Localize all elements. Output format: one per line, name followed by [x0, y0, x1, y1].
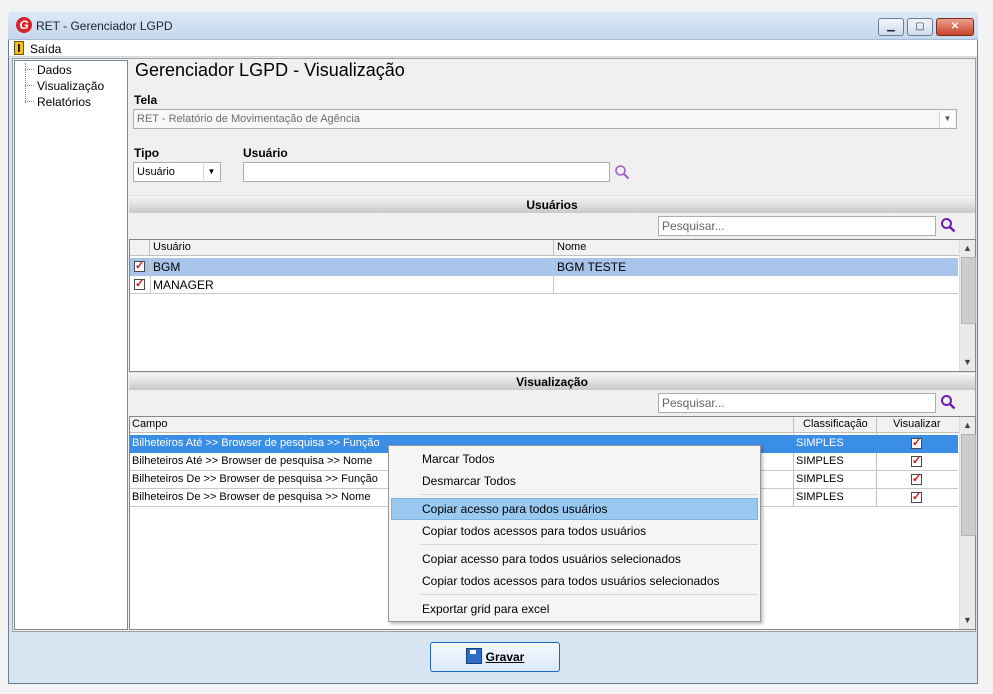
- menu-separator: [420, 594, 758, 595]
- minimize-button[interactable]: ▁: [878, 18, 904, 36]
- table-row[interactable]: [130, 276, 958, 294]
- cell-classificacao: SIMPLES: [796, 455, 844, 467]
- menu-separator: [420, 494, 758, 495]
- menu-separator: [420, 544, 758, 545]
- tela-select-value: RET - Relatório de Movimentação de Agênc…: [137, 113, 360, 125]
- column-header-visualizar[interactable]: Visualizar: [893, 418, 941, 430]
- column-header-usuario[interactable]: Usuário: [153, 241, 191, 253]
- cell-nome: BGM TESTE: [557, 260, 627, 274]
- menu-item-marcar-todos[interactable]: Marcar Todos: [422, 452, 494, 466]
- visualizacao-search-input[interactable]: Pesquisar...: [658, 393, 936, 413]
- usuarios-select-column-header[interactable]: [130, 240, 150, 256]
- tela-label: Tela: [134, 93, 158, 107]
- usuarios-scrollbar[interactable]: ▲ ▼: [959, 240, 976, 371]
- usuario-label: Usuário: [243, 146, 288, 160]
- cell-campo: Bilheteiros De >> Browser de pesquisa >>…: [132, 473, 378, 485]
- cell-classificacao: SIMPLES: [796, 491, 844, 503]
- tipo-select-value: Usuário: [137, 166, 175, 178]
- column-divider: [553, 240, 554, 256]
- scroll-thumb[interactable]: [961, 257, 976, 324]
- close-button[interactable]: ✕: [936, 18, 974, 36]
- tree-item-relatorios[interactable]: Relatórios: [25, 95, 91, 109]
- chevron-down-icon[interactable]: ▼: [203, 164, 219, 180]
- scroll-thumb[interactable]: [961, 434, 976, 536]
- save-button-label: Gravar: [485, 650, 525, 664]
- menu-item-copiar-acesso-selecionados[interactable]: Copiar acesso para todos usuários seleci…: [422, 552, 681, 566]
- usuarios-search-input[interactable]: Pesquisar...: [658, 216, 936, 236]
- column-header-classificacao[interactable]: Classificação: [803, 418, 868, 430]
- search-icon[interactable]: [940, 394, 956, 410]
- visualizacao-section-header: Visualização: [129, 372, 975, 390]
- menu-item-exportar-excel[interactable]: Exportar grid para excel: [422, 602, 549, 616]
- tipo-label: Tipo: [134, 146, 160, 160]
- menu-bar: [9, 40, 977, 57]
- maximize-button[interactable]: ▢: [907, 18, 933, 36]
- chevron-down-icon[interactable]: ▼: [939, 111, 955, 127]
- visualizar-checkbox[interactable]: [911, 436, 922, 449]
- tela-select[interactable]: RET - Relatório de Movimentação de Agênc…: [133, 109, 957, 129]
- floppy-disk-icon: [465, 648, 482, 664]
- visualizar-checkbox[interactable]: [911, 490, 922, 503]
- tipo-select[interactable]: Usuário ▼: [133, 162, 221, 182]
- cell-campo: Bilheteiros Até >> Browser de pesquisa >…: [132, 455, 373, 467]
- chevron-down-icon[interactable]: ▼: [960, 612, 975, 628]
- visualizacao-scrollbar[interactable]: ▲ ▼: [959, 417, 976, 629]
- cell-campo: Bilheteiros De >> Browser de pesquisa >>…: [132, 491, 371, 503]
- menu-item-desmarcar-todos[interactable]: Desmarcar Todos: [422, 474, 516, 488]
- save-button[interactable]: Gravar: [430, 642, 560, 672]
- cell-usuario: MANAGER: [153, 278, 214, 292]
- visualizar-checkbox[interactable]: [911, 454, 922, 467]
- page-title: Gerenciador LGPD - Visualização: [135, 60, 405, 80]
- column-header-campo[interactable]: Campo: [132, 418, 167, 430]
- usuarios-section-header: Usuários: [129, 195, 975, 213]
- window-title: RET - Gerenciador LGPD: [36, 19, 173, 33]
- exit-door-icon[interactable]: [14, 41, 24, 55]
- usuarios-grid-header: [130, 240, 959, 256]
- tree-item-dados[interactable]: Dados: [25, 63, 72, 77]
- navigation-tree: [14, 60, 128, 630]
- tree-item-visualizacao[interactable]: Visualização: [25, 79, 104, 93]
- visualizar-checkbox[interactable]: [911, 472, 922, 485]
- cell-campo: Bilheteiros Até >> Browser de pesquisa >…: [132, 437, 380, 449]
- chevron-down-icon[interactable]: ▼: [960, 354, 975, 370]
- search-icon[interactable]: [614, 164, 630, 180]
- chevron-up-icon[interactable]: ▲: [960, 417, 975, 433]
- menu-item-copiar-todos-acessos-todos[interactable]: Copiar todos acessos para todos usuários: [422, 524, 646, 538]
- column-divider: [150, 258, 151, 294]
- menu-item-copiar-todos-acessos-selecionados[interactable]: Copiar todos acessos para todos usuários…: [422, 574, 720, 588]
- cell-classificacao: SIMPLES: [796, 437, 844, 449]
- app-logo-icon: G: [16, 17, 32, 33]
- table-row[interactable]: [130, 258, 958, 276]
- search-icon[interactable]: [940, 217, 956, 233]
- column-header-nome[interactable]: Nome: [557, 241, 586, 253]
- row-checkbox[interactable]: [134, 259, 145, 272]
- row-checkbox[interactable]: [134, 277, 145, 290]
- usuario-input[interactable]: [243, 162, 610, 182]
- menu-item-copiar-acesso-todos[interactable]: Copiar acesso para todos usuários: [422, 502, 607, 516]
- cell-usuario: BGM: [153, 260, 181, 274]
- chevron-up-icon[interactable]: ▲: [960, 240, 975, 256]
- cell-classificacao: SIMPLES: [796, 473, 844, 485]
- menu-exit[interactable]: Saída: [30, 42, 61, 56]
